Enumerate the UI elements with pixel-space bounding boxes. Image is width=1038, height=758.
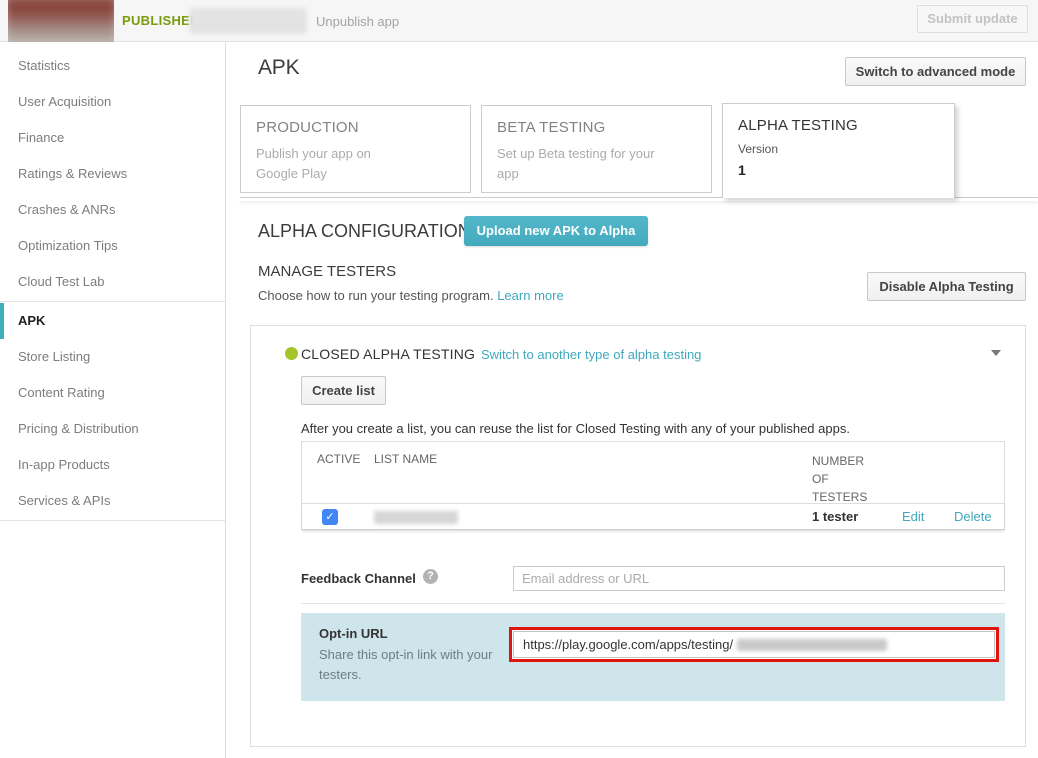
sidebar-item-services-apis[interactable]: Services & APIs xyxy=(0,483,225,519)
create-list-button[interactable]: Create list xyxy=(301,376,386,405)
feedback-channel-input[interactable] xyxy=(513,566,1005,591)
header-number-of-testers: NUMBER OF TESTERS xyxy=(812,452,874,506)
sidebar-item-pricing-distribution[interactable]: Pricing & Distribution xyxy=(0,411,225,447)
manage-testers-title: MANAGE TESTERS xyxy=(258,263,396,280)
table-header-row: ACTIVE LIST NAME NUMBER OF TESTERS xyxy=(302,442,1004,504)
play-console-app: PUBLISHED Unpublish app Submit update St… xyxy=(0,0,1038,758)
switch-advanced-mode-button[interactable]: Switch to advanced mode xyxy=(845,57,1026,86)
red-annotation-highlight: https://play.google.com/apps/testing/ xyxy=(509,627,999,662)
optin-url-description: Share this opt-in link with your testers… xyxy=(319,645,499,685)
app-icon-redacted xyxy=(8,0,114,42)
testers-count: 1 tester xyxy=(812,509,858,524)
unpublish-app-link[interactable]: Unpublish app xyxy=(316,14,399,29)
submit-update-button[interactable]: Submit update xyxy=(917,5,1028,33)
chevron-down-icon[interactable] xyxy=(991,350,1001,356)
app-name-redacted xyxy=(189,8,307,34)
tester-lists-table: ACTIVE LIST NAME NUMBER OF TESTERS ✓ 1 t… xyxy=(301,441,1005,530)
switch-alpha-type-link[interactable]: Switch to another type of alpha testing xyxy=(481,347,701,362)
sidebar-item-cloud-test-lab[interactable]: Cloud Test Lab xyxy=(0,264,225,300)
header-active: ACTIVE xyxy=(317,452,360,466)
optin-url-input[interactable]: https://play.google.com/apps/testing/ xyxy=(513,631,995,658)
tab-alpha-testing[interactable]: ALPHA TESTING Version 1 xyxy=(722,103,955,198)
active-checkbox[interactable]: ✓ xyxy=(322,509,338,525)
optin-url-section: Opt-in URL Share this opt-in link with y… xyxy=(301,613,1005,701)
feedback-channel-label: Feedback Channel xyxy=(301,571,416,586)
sidebar-item-optimization-tips[interactable]: Optimization Tips xyxy=(0,228,225,264)
sidebar-divider xyxy=(0,520,225,521)
help-icon[interactable]: ? xyxy=(423,569,438,584)
manage-testers-description: Choose how to run your testing program. … xyxy=(258,288,564,303)
sidebar-item-ratings-reviews[interactable]: Ratings & Reviews xyxy=(0,156,225,192)
active-status-dot-icon xyxy=(285,347,298,360)
sidebar-divider xyxy=(0,301,225,302)
list-name-redacted xyxy=(374,511,458,524)
upload-apk-alpha-button[interactable]: Upload new APK to Alpha xyxy=(464,216,648,246)
disable-alpha-testing-button[interactable]: Disable Alpha Testing xyxy=(867,272,1026,301)
tab-production[interactable]: PRODUCTION Publish your app on Google Pl… xyxy=(240,105,471,193)
closed-alpha-title: CLOSED ALPHA TESTING xyxy=(301,346,475,362)
sidebar-item-crashes-anrs[interactable]: Crashes & ANRs xyxy=(0,192,225,228)
page-title: APK xyxy=(258,56,299,80)
reuse-list-note: After you create a list, you can reuse t… xyxy=(301,421,850,436)
sidebar: Statistics User Acquisition Finance Rati… xyxy=(0,42,226,758)
sidebar-item-content-rating[interactable]: Content Rating xyxy=(0,375,225,411)
alpha-configuration-title: ALPHA CONFIGURATION xyxy=(258,221,471,242)
top-bar: PUBLISHED Unpublish app Submit update xyxy=(0,0,1038,42)
edit-link[interactable]: Edit xyxy=(902,509,924,524)
alpha-version-number: 1 xyxy=(738,162,939,178)
header-list-name: LIST NAME xyxy=(374,452,437,466)
sidebar-item-apk[interactable]: APK xyxy=(0,303,225,339)
sidebar-item-user-acquisition[interactable]: User Acquisition xyxy=(0,84,225,120)
sidebar-item-finance[interactable]: Finance xyxy=(0,120,225,156)
delete-link[interactable]: Delete xyxy=(954,509,992,524)
table-row: ✓ 1 tester Edit Delete xyxy=(302,504,1004,530)
sidebar-item-store-listing[interactable]: Store Listing xyxy=(0,339,225,375)
closed-alpha-panel: CLOSED ALPHA TESTING Switch to another t… xyxy=(250,325,1026,747)
tab-beta-testing[interactable]: BETA TESTING Set up Beta testing for you… xyxy=(481,105,712,193)
optin-url-label: Opt-in URL xyxy=(319,626,388,641)
learn-more-link[interactable]: Learn more xyxy=(497,288,563,303)
sidebar-item-in-app-products[interactable]: In-app Products xyxy=(0,447,225,483)
optin-url-text: https://play.google.com/apps/testing/ xyxy=(523,637,733,652)
sidebar-item-statistics[interactable]: Statistics xyxy=(0,48,225,84)
section-divider xyxy=(301,603,1005,604)
optin-url-redacted xyxy=(737,639,887,651)
